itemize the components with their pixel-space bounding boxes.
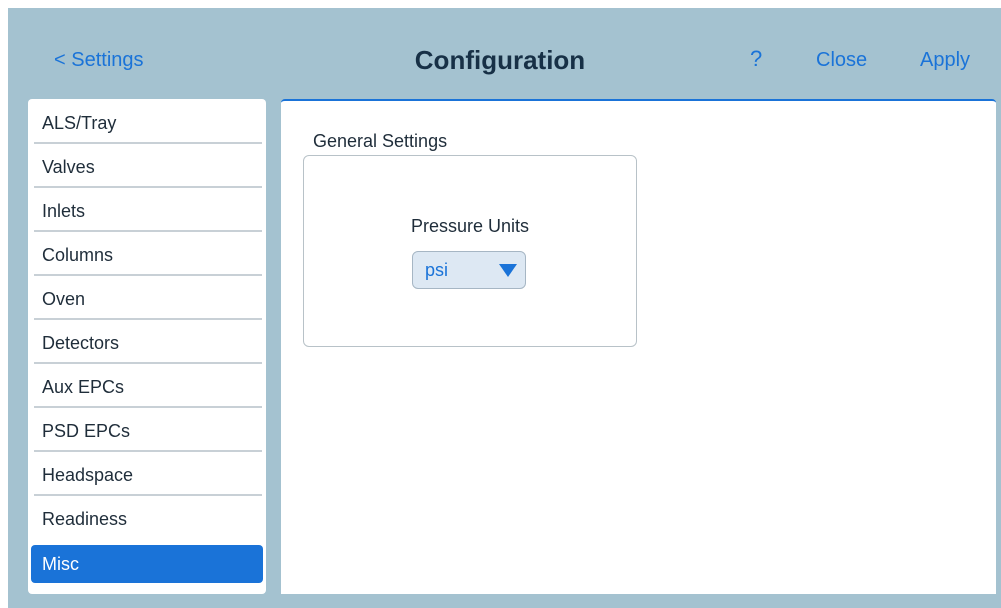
pressure-units-value: psi	[425, 260, 449, 280]
divider	[34, 142, 262, 144]
sidebar-item-label: Oven	[42, 289, 86, 309]
close-button[interactable]: Close	[816, 46, 867, 74]
sidebar-item-label: Readiness	[42, 509, 128, 529]
general-settings-group: Pressure Units psi	[303, 155, 637, 347]
sidebar-item-label: Columns	[42, 245, 114, 265]
sidebar-item-oven[interactable]: Oven	[28, 278, 266, 320]
sidebar-item-readiness[interactable]: Readiness	[28, 498, 266, 540]
sidebar-item-label: Misc	[42, 554, 79, 574]
sidebar-item-psd-epcs[interactable]: PSD EPCs	[28, 410, 266, 452]
apply-button[interactable]: Apply	[920, 46, 970, 74]
sidebar: ALS/Tray Valves Inlets Columns Oven Dete…	[28, 99, 266, 594]
sidebar-item-label: Detectors	[42, 333, 120, 353]
sidebar-item-valves[interactable]: Valves	[28, 146, 266, 188]
sidebar-item-headspace[interactable]: Headspace	[28, 454, 266, 496]
sidebar-item-label: Valves	[42, 157, 95, 177]
sidebar-item-misc[interactable]: Misc	[31, 545, 263, 583]
sidebar-item-inlets[interactable]: Inlets	[28, 190, 266, 232]
sidebar-item-columns[interactable]: Columns	[28, 234, 266, 276]
back-to-settings-button[interactable]: < Settings	[54, 46, 144, 74]
sidebar-item-aux-epcs[interactable]: Aux EPCs	[28, 366, 266, 408]
pressure-units-label: Pressure Units	[410, 216, 530, 236]
sidebar-item-als-tray[interactable]: ALS/Tray	[28, 102, 266, 144]
sidebar-item-label: ALS/Tray	[42, 113, 117, 133]
divider	[34, 230, 262, 232]
pressure-units-dropdown[interactable]: psi	[412, 251, 526, 289]
sidebar-item-label: Inlets	[42, 201, 86, 221]
section-title: General Settings	[313, 131, 448, 151]
divider	[34, 274, 262, 276]
divider	[34, 318, 262, 320]
divider	[34, 450, 262, 452]
sidebar-item-detectors[interactable]: Detectors	[28, 322, 266, 364]
page-title: Configuration	[414, 45, 586, 75]
divider	[34, 362, 262, 364]
sidebar-item-label: Aux EPCs	[42, 377, 125, 397]
sidebar-item-label: Headspace	[42, 465, 134, 485]
sidebar-item-label: PSD EPCs	[42, 421, 131, 441]
main-panel: General Settings Pressure Units psi	[281, 99, 996, 594]
chevron-down-icon	[499, 264, 517, 277]
divider	[34, 494, 262, 496]
divider	[34, 406, 262, 408]
help-button[interactable]: ?	[750, 44, 762, 74]
divider	[34, 186, 262, 188]
